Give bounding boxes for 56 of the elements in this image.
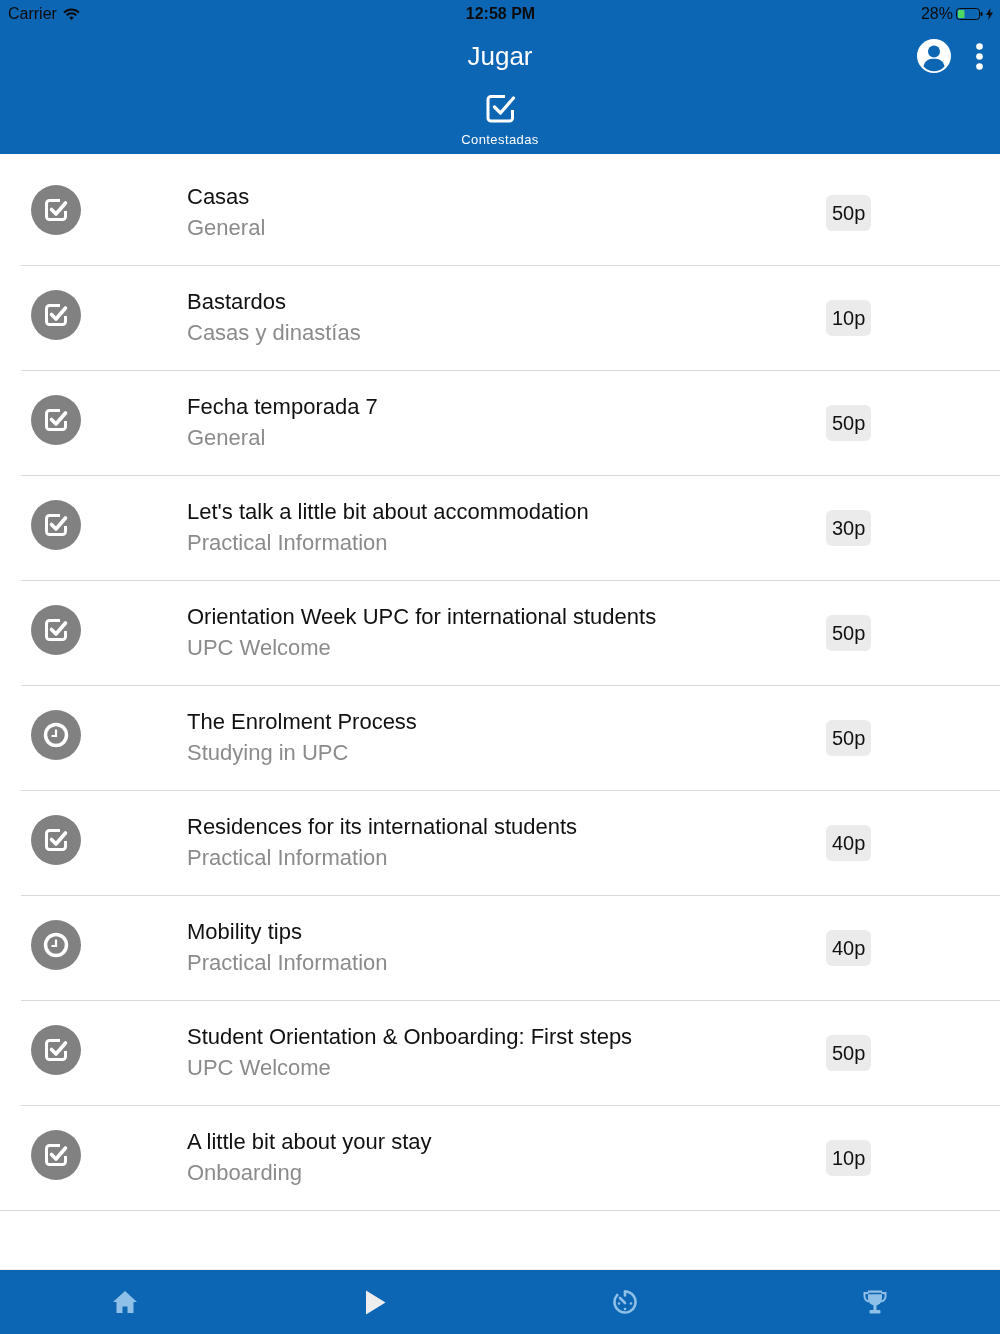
points-badge: 10p [826, 300, 872, 336]
points-badge: 50p [826, 405, 872, 441]
quiz-category: Casas y dinastías [187, 319, 361, 347]
home-icon [112, 1290, 138, 1314]
points-badge: 40p [826, 930, 872, 966]
points-badge: 30p [826, 510, 872, 546]
checkbox-icon [31, 500, 81, 550]
quiz-title: Student Orientation & Onboarding: First steps [187, 1023, 633, 1051]
checkbox-icon [31, 395, 81, 445]
checkbox-icon [484, 93, 516, 124]
play-icon [364, 1289, 386, 1315]
checkbox-icon [31, 290, 81, 340]
quiz-title: A little bit about your stay [187, 1128, 432, 1156]
checkbox-icon [31, 1025, 81, 1075]
quiz-title: Residences for its international students [187, 813, 578, 841]
quiz-category: UPC Welcome [187, 634, 331, 662]
quiz-category: Practical Information [187, 529, 388, 557]
wifi-icon [62, 8, 80, 20]
quiz-category: Practical Information [187, 844, 388, 872]
points-badge: 50p [826, 615, 872, 651]
points-badge: 50p [826, 195, 872, 231]
tab-button[interactable]: Contestadas [455, 84, 545, 150]
checkbox-icon [31, 605, 81, 655]
charging-bolt-icon [986, 8, 993, 20]
quiz-category: Onboarding [187, 1159, 302, 1187]
quiz-category: UPC Welcome [187, 1054, 331, 1082]
checkbox-icon [31, 1130, 81, 1180]
quiz-category: Studying in UPC [187, 739, 349, 767]
quiz-title: Casas [187, 183, 250, 211]
quiz-title: Mobility tips [187, 918, 302, 946]
points-badge: 40p [826, 825, 872, 861]
quiz-title: Bastardos [187, 288, 287, 316]
quiz-category: Practical Information [187, 949, 388, 977]
screen-title: Jugar [467, 40, 533, 71]
battery-percent: 28% [920, 5, 953, 23]
trophy-icon [862, 1289, 888, 1315]
quiz-title: Fecha temporada 7 [187, 393, 378, 421]
points-badge: 50p [826, 720, 872, 756]
checkbox-icon [31, 815, 81, 865]
clock-icon [31, 710, 81, 760]
more-icon [975, 42, 983, 70]
checkbox-icon [31, 185, 81, 235]
profile-button[interactable] [916, 38, 952, 74]
clock-icon [31, 920, 81, 970]
points-badge: 50p [826, 1035, 872, 1071]
user-icon [917, 39, 951, 73]
quiz-category: General [187, 214, 266, 242]
quiz-title: Orientation Week UPC for international students [187, 603, 657, 631]
quiz-title: Let's talk a little bit about accommodation [187, 498, 589, 526]
carrier-label: Carrier [8, 5, 57, 23]
quiz-title: The Enrolment Process [187, 708, 417, 736]
battery-icon [956, 8, 983, 20]
status-time: 12:58 PM [465, 5, 536, 22]
timer-icon [612, 1289, 638, 1315]
quiz-category: General [187, 424, 266, 452]
points-badge: 10p [826, 1140, 872, 1176]
